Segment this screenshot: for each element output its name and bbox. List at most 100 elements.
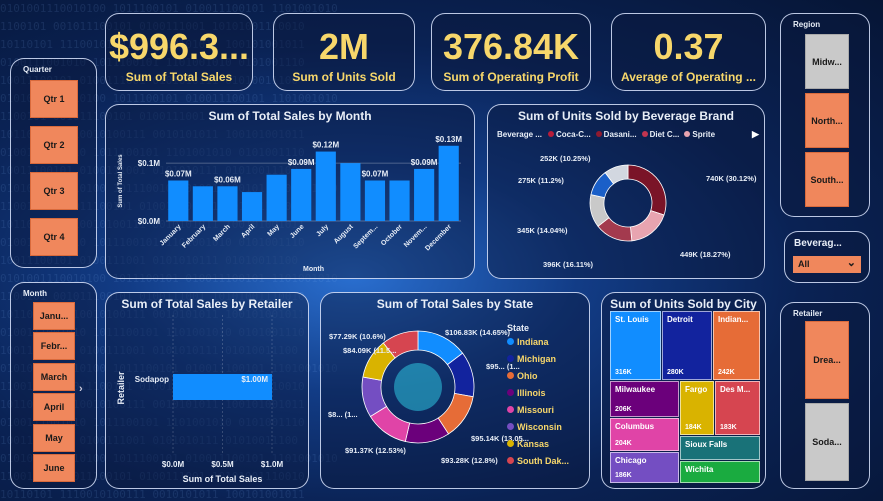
slicer-item-sodapop[interactable]: Soda...: [805, 403, 849, 481]
x-tick-label: January: [159, 223, 183, 247]
treemap-cell-milwaukee[interactable]: Milwaukee 206K: [610, 381, 679, 417]
slicer-title: Retailer: [793, 309, 823, 318]
kpi-value: 0.37: [653, 26, 724, 67]
units-by-city-treemap[interactable]: Sum of Units Sold by City St. Louis 316K D…: [601, 292, 766, 489]
data-label: $0.12M: [312, 141, 339, 150]
legend-item-michigan[interactable]: Michigan: [507, 354, 556, 364]
slicer-item-june[interactable]: June: [33, 454, 75, 482]
cell-value: 186K: [615, 472, 632, 479]
month-slicer[interactable]: Month Janu... Febr... March April May Ju…: [10, 282, 97, 489]
slicer-item-northeast[interactable]: North...: [805, 93, 849, 148]
retailer-slicer[interactable]: Retailer Drea... Soda...: [780, 302, 870, 489]
legend-label: Kansas: [517, 439, 550, 449]
kpi-label: Average of Operating ...: [621, 70, 756, 84]
slicer-item-may[interactable]: May: [33, 424, 75, 452]
bar-january: [168, 180, 189, 221]
slicer-item-south[interactable]: South...: [805, 152, 849, 207]
data-label: 740K (30.12%): [706, 174, 757, 183]
cell-label: Detroit: [667, 315, 693, 324]
treemap-cell-chicago[interactable]: Chicago 186K: [610, 452, 679, 483]
treemap-cell-fargo[interactable]: Fargo 184K: [680, 381, 714, 435]
scroll-chevron-icon[interactable]: ›: [79, 383, 83, 395]
treemap-cell-wichita[interactable]: Wichita: [680, 461, 760, 483]
legend-item-indiana[interactable]: Indiana: [507, 337, 549, 347]
state-legend: Indiana Michigan Ohio Illinois Missouri Wisco…: [507, 337, 589, 477]
bar-august: [340, 163, 361, 221]
x-tick-label: Novem...: [403, 223, 429, 249]
cell-label: Indian...: [718, 315, 749, 324]
kpi-label: Sum of Total Sales: [125, 70, 233, 84]
quarter-slicer[interactable]: Quarter Qtr 1 Qtr 2 Qtr 3 Qtr 4: [10, 58, 97, 268]
x-tick-label: March: [212, 223, 232, 243]
legend-item-kansas[interactable]: Kansas: [507, 439, 549, 449]
bar-may: [266, 174, 287, 221]
region-slicer[interactable]: Region Midw... North... South...: [780, 13, 870, 217]
y-axis-label: Retailer: [116, 371, 126, 405]
slicer-item-qtr2[interactable]: Qtr 2: [30, 126, 78, 164]
bar-march: [217, 186, 238, 221]
slicer-title: Beverag...: [794, 238, 842, 249]
data-label: $106.83K (14.65%): [445, 328, 511, 337]
treemap-cell-detroit[interactable]: Detroit 280K: [662, 311, 712, 380]
treemap-cell-indian[interactable]: Indian... 242K: [713, 311, 760, 380]
y-tick-label: Sodapop: [135, 375, 169, 384]
legend-label: Michigan: [517, 354, 557, 364]
slicer-item-dreamy[interactable]: Drea...: [805, 321, 849, 399]
sales-by-state-chart[interactable]: Sum of Total Sales by State $106.83K (14…: [320, 292, 590, 489]
kpi-value: $996.3...: [108, 26, 250, 67]
cell-label: Wichita: [685, 465, 714, 474]
slicer-item-april[interactable]: April: [33, 393, 75, 421]
treemap-area: St. Louis 316K Detroit 280K Indian... 242K Mil…: [610, 311, 760, 483]
cell-value: 242K: [718, 369, 735, 376]
slicer-item-march[interactable]: March: [33, 363, 75, 391]
cell-value: 206K: [615, 406, 632, 413]
kpi-avg-operating-margin[interactable]: 0.37 Average of Operating ...: [611, 13, 766, 91]
x-axis-label: Sum of Total Sales: [183, 474, 263, 484]
data-label: 396K (16.11%): [543, 260, 594, 269]
beverage-dropdown-slicer[interactable]: Beverag... All ⌄: [784, 231, 870, 283]
x-axis-label: Month: [303, 266, 324, 273]
kpi-operating-profit[interactable]: 376.84K Sum of Operating Profit: [431, 13, 591, 91]
units-by-brand-chart[interactable]: Sum of Units Sold by Beverage Brand Beve…: [487, 104, 765, 279]
bar-septem: [364, 180, 386, 221]
legend-item-southdak[interactable]: South Dak...: [507, 456, 569, 466]
x-tick-label: Septem...: [352, 223, 379, 250]
treemap-cell-columbus[interactable]: Columbus 204K: [610, 418, 679, 451]
retailer-bar-svg: $0.0M $0.5M $1.0M Sodapop $1.00M Retailer Sum …: [116, 315, 284, 484]
treemap-cell-desm[interactable]: Des M... 183K: [715, 381, 760, 435]
x-tick-label: $1.0M: [261, 460, 284, 469]
kpi-value: 376.84K: [442, 26, 580, 67]
bar-october: [389, 180, 410, 221]
treemap-cell-siouxfalls[interactable]: Sioux Falls: [680, 436, 760, 460]
brand-donut-svg: 740K (30.12%) 449K (18.27%) 396K (16.11%) 3…: [517, 154, 757, 269]
slicer-item-february[interactable]: Febr...: [33, 332, 75, 360]
slicer-item-midwest[interactable]: Midw...: [805, 34, 849, 89]
data-label: $0.09M: [288, 158, 315, 167]
legend-item-wisconsin[interactable]: Wisconsin: [507, 422, 562, 432]
slicer-item-qtr1[interactable]: Qtr 1: [30, 80, 78, 118]
donut-slice: [629, 210, 665, 242]
legend-item-illinois[interactable]: Illinois: [507, 388, 546, 398]
slicer-item-qtr4[interactable]: Qtr 4: [30, 218, 78, 256]
legend-item-missouri[interactable]: Missouri: [507, 405, 554, 415]
sales-by-retailer-chart[interactable]: Sum of Total Sales by Retailer $0.0M $0.5…: [105, 292, 309, 489]
cell-label: Columbus: [615, 422, 655, 431]
kpi-total-sales[interactable]: $996.3... Sum of Total Sales: [105, 13, 253, 91]
data-label: $0.06M: [214, 175, 241, 184]
cell-value: 280K: [667, 369, 684, 376]
treemap-cell-stlouis[interactable]: St. Louis 316K: [610, 311, 661, 380]
slicer-title: Quarter: [23, 65, 52, 74]
x-tick-label: $0.0M: [162, 460, 185, 469]
data-label: $93.28K (12.8%): [441, 456, 498, 465]
cell-label: Chicago: [615, 456, 647, 465]
legend-item-ohio[interactable]: Ohio: [507, 371, 538, 381]
legend-label: South Dak...: [517, 456, 570, 466]
slicer-item-january[interactable]: Janu...: [33, 302, 75, 330]
cell-value: 183K: [720, 424, 737, 431]
kpi-units-sold[interactable]: 2M Sum of Units Sold: [273, 13, 415, 91]
sales-by-month-chart[interactable]: Sum of Total Sales by Month $0.1M $0.0M Su…: [105, 104, 475, 279]
x-tick-label: $0.5M: [211, 460, 234, 469]
beverage-select[interactable]: All ⌄: [793, 256, 861, 273]
slicer-item-qtr3[interactable]: Qtr 3: [30, 172, 78, 210]
data-label: $0.13M: [435, 135, 462, 144]
